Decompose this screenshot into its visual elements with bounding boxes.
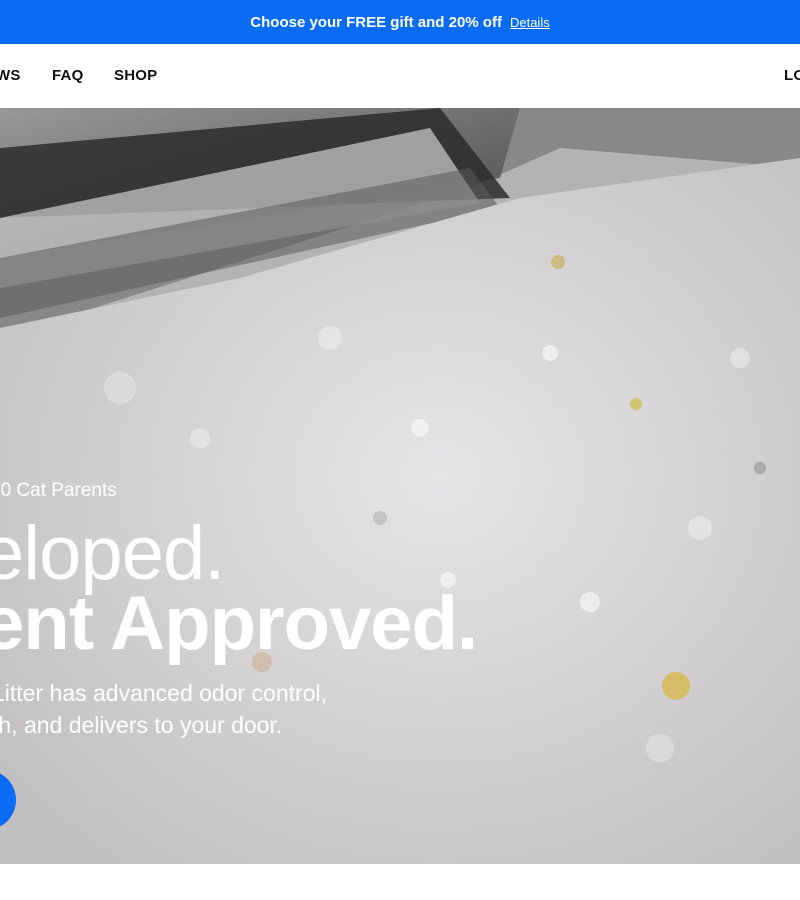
hero-background-image <box>0 108 800 864</box>
nav-item-login[interactable]: LO <box>784 67 800 84</box>
promo-banner: Choose your FREE gift and 20% off Detail… <box>0 0 800 44</box>
main-nav: WS FAQ SHOP LO <box>0 44 800 108</box>
promo-text: Choose your FREE gift and 20% off <box>250 13 502 31</box>
hero-eyebrow: 00 Cat Parents <box>0 480 117 501</box>
nav-item-faq[interactable]: FAQ <box>52 67 83 84</box>
hero-subtext-line1: Litter has advanced odor control, <box>0 680 327 706</box>
nav-item-shop[interactable]: SHOP <box>114 67 157 84</box>
hero-section: 00 Cat Parents eloped. ent Approved. Lit… <box>0 108 800 864</box>
promo-details-link[interactable]: Details <box>510 15 550 30</box>
hero-subtext-line2: th, and delivers to your door. <box>0 712 283 738</box>
nav-item-reviews[interactable]: WS <box>0 67 21 84</box>
hero-headline-line2: ent Approved. <box>0 581 478 666</box>
